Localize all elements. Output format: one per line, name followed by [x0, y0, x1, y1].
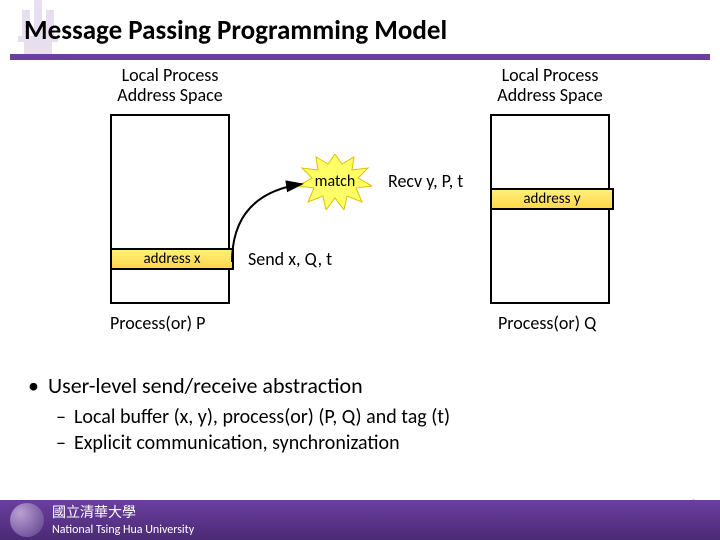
bullet-lvl2-b: Explicit communication, synchronization: [28, 431, 698, 455]
left-address-space-box: address x: [110, 114, 230, 304]
process-p-label: Process(or) P: [110, 312, 205, 334]
process-q-label: Process(or) Q: [498, 312, 596, 334]
text: Local Process: [122, 64, 219, 86]
recv-call-text: Recv y, P, t: [388, 170, 463, 192]
university-name-en: National Tsing Hua University: [52, 523, 194, 537]
bullet-lvl2-a: Local buffer (x, y), process(or) (P, Q) …: [28, 405, 698, 429]
text: Address Space: [117, 84, 222, 106]
bullet-lvl1: User-level send/receive abstraction: [28, 372, 698, 399]
university-seal-icon: [10, 503, 44, 537]
right-process-label: Local Process Address Space: [480, 66, 620, 106]
university-name-zh-icon: 國立清華大學: [52, 504, 172, 520]
left-process-label: Local Process Address Space: [100, 66, 240, 106]
right-address-space-box: address y: [490, 114, 610, 304]
slide-title: Message Passing Programming Model: [24, 14, 447, 47]
text: Address Space: [497, 84, 602, 106]
bullet-list: User-level send/receive abstraction Loca…: [28, 372, 698, 455]
send-arrow: [228, 166, 388, 270]
text: Local Process: [502, 64, 599, 86]
address-y-slot: address y: [490, 188, 614, 210]
diagram-area: Local Process Address Space Local Proces…: [0, 60, 720, 360]
svg-text:國立清華大學: 國立清華大學: [52, 504, 136, 520]
address-x-slot: address x: [110, 248, 234, 270]
